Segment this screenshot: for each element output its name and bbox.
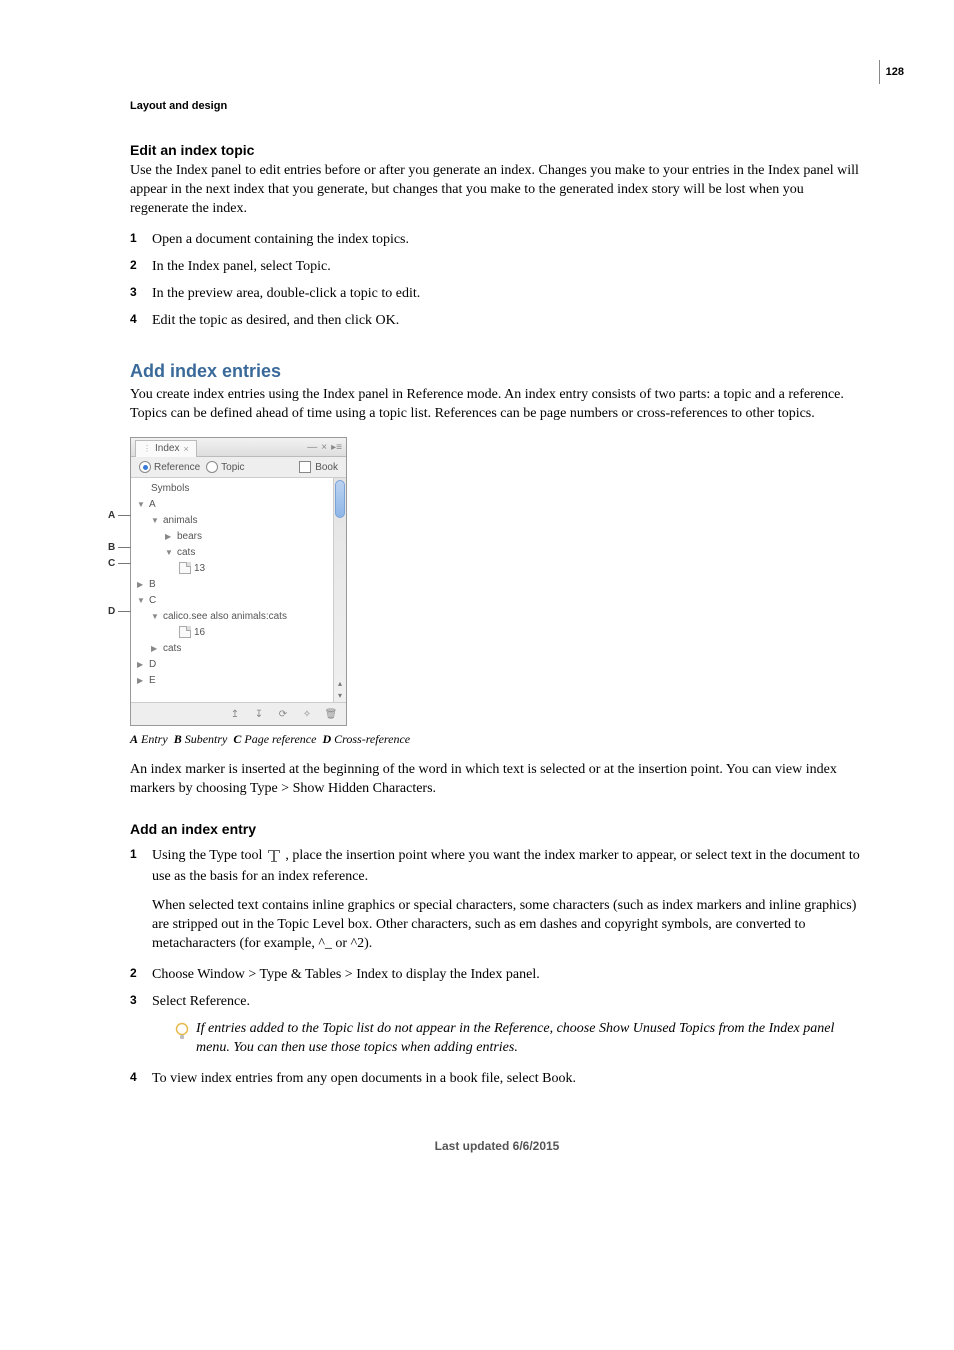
panel-menu-icon[interactable]: ▸≡	[331, 442, 342, 453]
row-letter-b[interactable]: ▶B	[137, 576, 346, 592]
close-icon[interactable]: ×	[183, 444, 188, 454]
chapter-title: Layout and design	[130, 100, 864, 112]
disclosure-down-icon: ▼	[137, 596, 146, 605]
scrollbar-thumb[interactable]	[335, 480, 345, 518]
row-bears[interactable]: ▶bears	[137, 528, 346, 544]
step-text: In the preview area, double-click a topi…	[152, 286, 420, 301]
lightbulb-icon	[174, 1022, 190, 1049]
section-intro-edit: Use the Index panel to edit entries befo…	[130, 162, 864, 219]
callout-a: A	[108, 510, 115, 521]
radio-icon	[206, 461, 218, 473]
row-symbols[interactable]: Symbols	[137, 480, 346, 496]
row-pageref-13[interactable]: 13	[137, 560, 346, 576]
checkbox-book-label: Book	[315, 462, 338, 473]
step: 1 Using the Type tool , place the insert…	[130, 845, 864, 954]
page-number: 128	[879, 60, 904, 84]
row-pageref-16[interactable]: 16	[137, 624, 346, 640]
disclosure-right-icon: ▶	[137, 660, 146, 669]
grip-icon: ⋮	[143, 444, 151, 453]
footer-updated: Last updated 6/6/2015	[130, 1139, 864, 1153]
panel-footer: ↥ ↧ ⟳ ✧ 🗑	[131, 702, 346, 725]
radio-topic-label: Topic	[221, 462, 244, 473]
radio-reference[interactable]: Reference	[139, 461, 200, 473]
row-letter-e[interactable]: ▶E	[137, 672, 346, 688]
radio-topic[interactable]: Topic	[206, 461, 244, 473]
disclosure-right-icon: ▶	[137, 676, 146, 685]
step-number: 3	[130, 283, 137, 301]
step-text: Choose Window > Type & Tables > Index to…	[152, 967, 540, 982]
step-number: 4	[130, 310, 137, 328]
callout-d: D	[108, 606, 115, 617]
step-text: In the Index panel, select Topic.	[152, 259, 331, 274]
step-text-part1: Using the Type tool	[152, 848, 266, 863]
step: 1 Open a document containing the index to…	[130, 229, 864, 250]
disclosure-down-icon: ▼	[151, 516, 160, 525]
scroll-up-icon[interactable]: ▴	[334, 678, 346, 690]
callout-b: B	[108, 542, 115, 553]
panel-body: Symbols ▼A ▼animals ▶bears ▼cats 13 ▶B ▼…	[131, 478, 346, 702]
step-number: 2	[130, 256, 137, 274]
step-text: Select Reference.	[152, 994, 250, 1009]
step-number: 2	[130, 964, 137, 982]
disclosure-down-icon: ▼	[151, 612, 160, 621]
delete-icon[interactable]: 🗑	[324, 707, 338, 721]
step: 4 Edit the topic as desired, and then cli…	[130, 310, 864, 331]
step-number: 1	[130, 845, 137, 863]
row-letter-a[interactable]: ▼A	[137, 496, 346, 512]
row-cats-sub[interactable]: ▼cats	[137, 544, 346, 560]
disclosure-down-icon: ▼	[165, 548, 174, 557]
step-number: 4	[130, 1068, 137, 1086]
step-text: To view index entries from any open docu…	[152, 1071, 576, 1086]
step-number: 1	[130, 229, 137, 247]
page-icon	[179, 626, 191, 638]
checkbox-icon	[299, 461, 311, 473]
checkbox-book[interactable]: Book	[299, 461, 338, 473]
tip-text: If entries added to the Topic list do no…	[196, 1020, 864, 1058]
step-text: Edit the topic as desired, and then clic…	[152, 313, 399, 328]
minimize-icon[interactable]: —	[307, 442, 317, 453]
figure-caption: A Entry B Subentry C Page reference D Cr…	[130, 732, 864, 747]
scroll-down-icon[interactable]: ▾	[334, 690, 346, 702]
row-animals[interactable]: ▼animals	[137, 512, 346, 528]
disclosure-right-icon: ▶	[137, 580, 146, 589]
section-heading-add-entry: Add an index entry	[130, 821, 864, 837]
new-entry-icon[interactable]: ✧	[300, 707, 314, 721]
panel-tab-index[interactable]: ⋮ Index ×	[135, 440, 197, 457]
figure: A B C D ⋮ Index × — × ▸≡	[108, 437, 864, 726]
radio-reference-label: Reference	[154, 462, 200, 473]
go-up-icon[interactable]: ↥	[228, 707, 242, 721]
row-letter-c[interactable]: ▼C	[137, 592, 346, 608]
radio-icon	[139, 461, 151, 473]
tip: If entries added to the Topic list do no…	[174, 1020, 864, 1058]
row-letter-d[interactable]: ▶D	[137, 656, 346, 672]
section-heading-edit: Edit an index topic	[130, 142, 864, 158]
go-down-icon[interactable]: ↧	[252, 707, 266, 721]
after-figure-paragraph: An index marker is inserted at the begin…	[130, 761, 864, 799]
disclosure-right-icon: ▶	[165, 532, 174, 541]
section-intro-add: You create index entries using the Index…	[130, 386, 864, 424]
type-tool-icon	[266, 847, 282, 863]
step-number: 3	[130, 991, 137, 1009]
step-subparagraph: When selected text contains inline graph…	[152, 897, 864, 954]
panel-tabbar: ⋮ Index × — × ▸≡	[131, 438, 346, 457]
step: 3 Select Reference. If entries added to t…	[130, 991, 864, 1058]
panel-tab-label: Index	[155, 443, 179, 454]
step-text: Open a document containing the index top…	[152, 232, 409, 247]
section-heading-add: Add index entries	[130, 361, 864, 382]
index-panel: ⋮ Index × — × ▸≡ Reference Topic Book Sy…	[130, 437, 347, 726]
step: 2 Choose Window > Type & Tables > Index t…	[130, 964, 864, 985]
panel-mode-row: Reference Topic Book	[131, 457, 346, 478]
step: 2 In the Index panel, select Topic.	[130, 256, 864, 277]
step: 3 In the preview area, double-click a top…	[130, 283, 864, 304]
row-cats[interactable]: ▶cats	[137, 640, 346, 656]
disclosure-right-icon: ▶	[151, 644, 160, 653]
callout-c: C	[108, 558, 115, 569]
row-calico[interactable]: ▼calico.see also animals:cats	[137, 608, 346, 624]
update-icon[interactable]: ⟳	[276, 707, 290, 721]
scrollbar[interactable]: ▴ ▾	[333, 478, 346, 702]
step: 4 To view index entries from any open doc…	[130, 1068, 864, 1089]
disclosure-down-icon: ▼	[137, 500, 146, 509]
page-icon	[179, 562, 191, 574]
close-icon[interactable]: ×	[321, 442, 327, 453]
